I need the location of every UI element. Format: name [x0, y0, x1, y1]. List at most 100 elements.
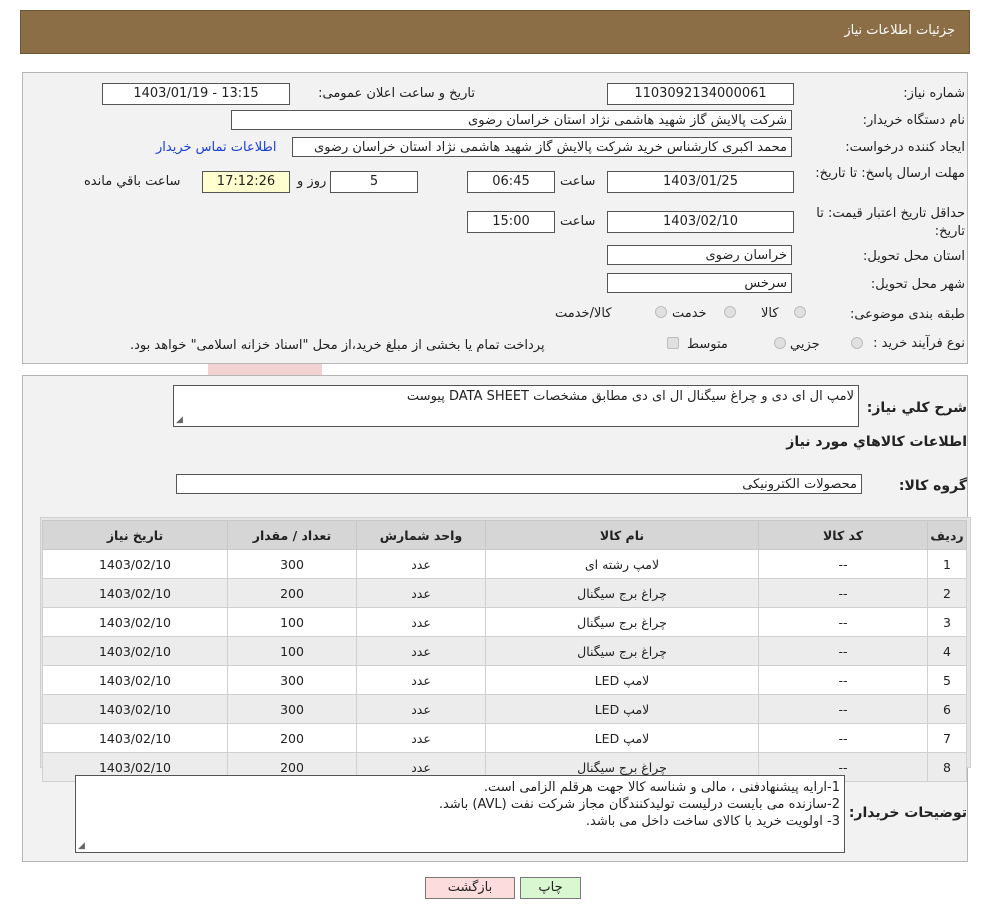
- cell-item-code: --: [758, 694, 928, 724]
- cell-quantity: 100: [227, 636, 357, 666]
- col-need-date: تاریخ نیاز: [42, 520, 228, 550]
- delivery-city-label: شهر محل تحویل:: [870, 277, 965, 292]
- cell-unit: عدد: [356, 665, 486, 695]
- category-goods-service-radio[interactable]: [655, 306, 667, 318]
- purchase-minor-label: جزیي: [790, 337, 820, 352]
- back-button[interactable]: بازگشت: [425, 877, 515, 899]
- cell-need-date: 1403/02/10: [42, 665, 228, 695]
- goods-info-title: اطلاعات کالاهاي مورد نياز: [786, 434, 967, 450]
- print-button[interactable]: چاپ: [520, 877, 581, 899]
- cell-item-code: --: [758, 578, 928, 608]
- creator-label: ایجاد کننده درخواست:: [845, 140, 965, 155]
- cell-item-code: --: [758, 607, 928, 637]
- resize-grip-icon[interactable]: ◢: [176, 415, 183, 425]
- need-number-field: 1103092134000061: [607, 83, 794, 105]
- table-header-row: ردیف کد کالا نام کالا واحد شمارش تعداد /…: [42, 520, 967, 550]
- cell-unit: عدد: [356, 723, 486, 753]
- cell-row-number: 5: [927, 665, 967, 695]
- validity-date-field: 1403/02/10: [607, 211, 794, 233]
- cell-item-code: --: [758, 723, 928, 753]
- treasury-bonds-checkbox[interactable]: [667, 337, 679, 349]
- cell-row-number: 2: [927, 578, 967, 608]
- cell-unit: عدد: [356, 636, 486, 666]
- days-remaining-field: 5: [330, 171, 418, 193]
- category-goods-label: کالا: [761, 306, 779, 321]
- category-service-label: خدمت: [672, 306, 707, 321]
- price-validity-label: حداقل تاریخ اعتبار قیمت: تا تاریخ:: [816, 206, 965, 239]
- items-table-container: ردیف کد کالا نام کالا واحد شمارش تعداد /…: [40, 517, 971, 782]
- cell-row-number: 8: [927, 752, 967, 782]
- col-row-number: ردیف: [927, 520, 967, 550]
- page-header: جزئیات اطلاعات نیاز: [20, 10, 970, 54]
- col-unit: واحد شمارش: [356, 520, 486, 550]
- remaining-time-label: ساعت باقي مانده: [84, 174, 181, 189]
- cell-row-number: 1: [927, 549, 967, 579]
- cell-quantity: 300: [227, 665, 357, 695]
- table-row: 6 -- لامپ LED عدد 300 1403/02/10: [42, 694, 967, 724]
- cell-unit: عدد: [356, 549, 486, 579]
- cell-row-number: 6: [927, 694, 967, 724]
- category-service-radio[interactable]: [724, 306, 736, 318]
- cell-need-date: 1403/02/10: [42, 549, 228, 579]
- page-title: جزئیات اطلاعات نیاز: [844, 23, 955, 38]
- cell-item-name: لامپ LED: [485, 723, 759, 753]
- goods-group-label: گروه کالا:: [898, 478, 967, 494]
- category-goods-service-label: کالا/خدمت: [555, 306, 612, 321]
- cell-item-code: --: [758, 665, 928, 695]
- cell-quantity: 200: [227, 578, 357, 608]
- buyer-note-line-1: 1-ارایه پیشنهادفنی ، مالی و شناسه کالا ج…: [483, 780, 840, 795]
- delivery-province-label: استان محل تحویل:: [863, 249, 965, 264]
- table-row: 7 -- لامپ LED عدد 200 1403/02/10: [42, 723, 967, 753]
- cell-item-name: چراغ برج سیگنال: [485, 578, 759, 608]
- buyer-contact-link[interactable]: اطلاعات تماس خریدار: [156, 140, 276, 155]
- cell-item-code: --: [758, 636, 928, 666]
- cell-quantity: 100: [227, 607, 357, 637]
- delivery-province-field: خراسان رضوی: [607, 245, 792, 265]
- validity-time-label: ساعت: [560, 214, 596, 229]
- buyer-note-line-2: 2-سازنده می بایست درلیست تولیدکنندگان مج…: [438, 797, 840, 812]
- table-row: 2 -- چراغ برج سیگنال عدد 200 1403/02/10: [42, 578, 967, 608]
- purchase-medium-radio[interactable]: [774, 337, 786, 349]
- col-quantity: تعداد / مقدار: [227, 520, 357, 550]
- cell-unit: عدد: [356, 578, 486, 608]
- cell-quantity: 200: [227, 723, 357, 753]
- deadline-label: مهلت ارسال پاسخ: تا تاریخ:: [815, 166, 965, 181]
- cell-unit: عدد: [356, 694, 486, 724]
- category-goods-radio[interactable]: [794, 306, 806, 318]
- cell-row-number: 3: [927, 607, 967, 637]
- cell-need-date: 1403/02/10: [42, 636, 228, 666]
- announce-datetime-label: تاریخ و ساعت اعلان عمومی:: [318, 86, 475, 101]
- cell-item-name: لامپ LED: [485, 694, 759, 724]
- purchase-minor-radio[interactable]: [851, 337, 863, 349]
- cell-quantity: 300: [227, 549, 357, 579]
- deadline-date-field: 1403/01/25: [607, 171, 794, 193]
- col-item-code: کد کالا: [758, 520, 928, 550]
- cell-need-date: 1403/02/10: [42, 723, 228, 753]
- summary-text: لامپ ال ای دی و چراغ سیگنال ال ای دی مطا…: [406, 389, 854, 404]
- summary-textarea[interactable]: لامپ ال ای دی و چراغ سیگنال ال ای دی مطا…: [173, 385, 859, 427]
- table-row: 5 -- لامپ LED عدد 300 1403/02/10: [42, 665, 967, 695]
- cell-item-name: چراغ برج سیگنال: [485, 607, 759, 637]
- cell-need-date: 1403/02/10: [42, 607, 228, 637]
- buyer-notes-label: توضیحات خریدار:: [848, 805, 967, 821]
- cell-item-code: --: [758, 549, 928, 579]
- purchase-note: پرداخت تمام یا بخشی از مبلغ خرید،از محل …: [130, 338, 545, 353]
- table-row: 3 -- چراغ برج سیگنال عدد 100 1403/02/10: [42, 607, 967, 637]
- summary-label: شرح کلي نیاز:: [866, 400, 967, 416]
- col-item-name: نام کالا: [485, 520, 759, 550]
- resize-grip-icon[interactable]: ◢: [78, 841, 85, 851]
- cell-need-date: 1403/02/10: [42, 578, 228, 608]
- delivery-city-field: سرخس: [607, 273, 792, 293]
- announce-datetime-field: 1403/01/19 - 13:15: [102, 83, 290, 105]
- cell-item-name: چراغ برج سیگنال: [485, 636, 759, 666]
- remaining-time-field: 17:12:26: [202, 171, 290, 193]
- cell-quantity: 300: [227, 694, 357, 724]
- buyer-notes-textarea[interactable]: 1-ارایه پیشنهادفنی ، مالی و شناسه کالا ج…: [75, 775, 845, 853]
- purchase-type-label: نوع فرآیند خرید :: [873, 336, 965, 351]
- items-table: ردیف کد کالا نام کالا واحد شمارش تعداد /…: [42, 520, 967, 782]
- deadline-time-field: 06:45: [467, 171, 555, 193]
- cell-row-number: 7: [927, 723, 967, 753]
- goods-group-field: محصولات الکترونیکی: [176, 474, 862, 494]
- validity-time-field: 15:00: [467, 211, 555, 233]
- need-number-label: شماره نیاز:: [903, 86, 965, 101]
